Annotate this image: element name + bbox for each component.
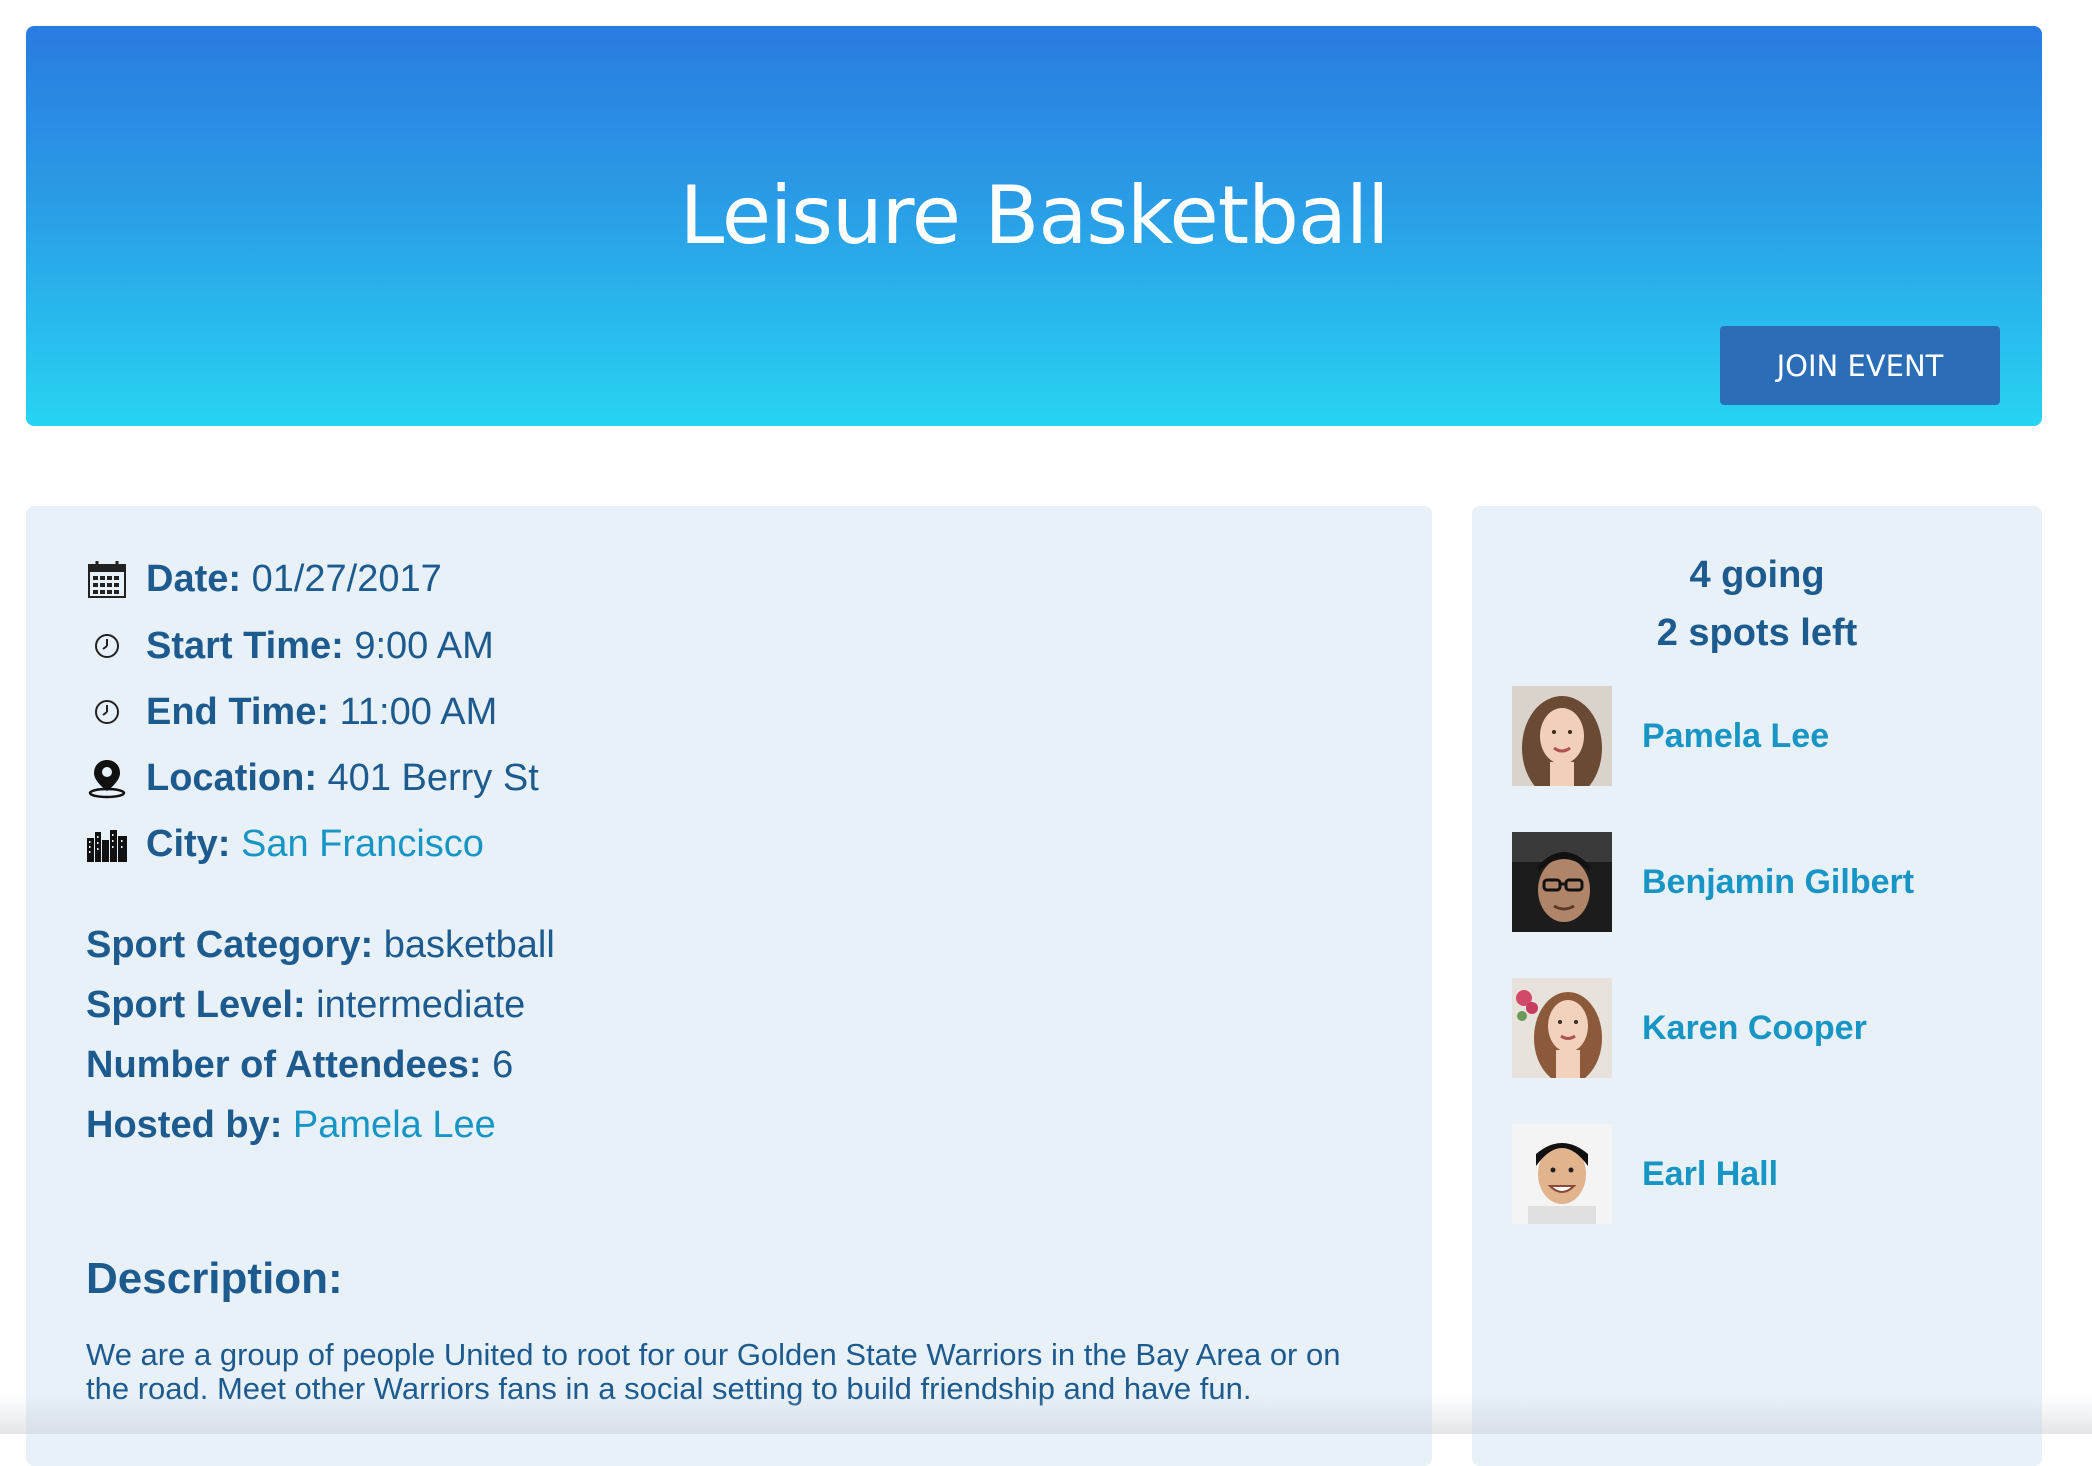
attendee-item[interactable]: Earl Hall xyxy=(1512,1124,1778,1224)
date-row: Date: 01/27/2017 xyxy=(84,554,442,604)
sport-category-value: basketball xyxy=(383,924,555,966)
event-header: Leisure Basketball JOIN EVENT xyxy=(26,26,2042,426)
sport-level-row: Sport Level: intermediate xyxy=(86,984,525,1027)
attendees-card: 4 going 2 spots left Pamela Lee Benjamin… xyxy=(1472,506,2042,1466)
location-value: 401 Berry St xyxy=(327,756,539,799)
avatar[interactable] xyxy=(1512,1124,1612,1224)
description-heading: Description: xyxy=(86,1254,343,1303)
attendee-name[interactable]: Earl Hall xyxy=(1642,1155,1778,1194)
going-count: 4 going xyxy=(1689,554,1825,596)
going-summary: 4 going 2 spots left xyxy=(1472,546,2042,662)
city-icon xyxy=(84,821,130,867)
location-label: Location: xyxy=(146,756,317,799)
attendee-name[interactable]: Karen Cooper xyxy=(1642,1009,1867,1048)
attendee-count-label: Number of Attendees: xyxy=(86,1044,482,1086)
city-label: City: xyxy=(146,822,231,865)
date-value: 01/27/2017 xyxy=(251,557,442,600)
avatar[interactable] xyxy=(1512,832,1612,932)
location-row: Location: 401 Berry St xyxy=(84,753,539,803)
attendee-item[interactable]: Benjamin Gilbert xyxy=(1512,832,1914,932)
sport-level-value: intermediate xyxy=(316,984,526,1026)
host-link[interactable]: Pamela Lee xyxy=(293,1104,496,1146)
host-label: Hosted by: xyxy=(86,1104,283,1146)
city-link[interactable]: San Francisco xyxy=(241,823,484,866)
clock-icon xyxy=(84,689,130,735)
avatar[interactable] xyxy=(1512,978,1612,1078)
start-time-value: 9:00 AM xyxy=(354,624,494,667)
end-time-value: 11:00 AM xyxy=(339,690,498,733)
date-label: Date: xyxy=(146,557,242,600)
attendee-item[interactable]: Karen Cooper xyxy=(1512,978,1867,1078)
sport-category-row: Sport Category: basketball xyxy=(86,924,555,967)
attendee-name[interactable]: Benjamin Gilbert xyxy=(1642,863,1914,902)
city-row: City: San Francisco xyxy=(84,819,484,869)
join-event-button[interactable]: JOIN EVENT xyxy=(1720,326,2000,405)
attendee-count-row: Number of Attendees: 6 xyxy=(86,1044,513,1087)
host-row: Hosted by: Pamela Lee xyxy=(86,1104,496,1147)
clock-icon xyxy=(84,623,130,669)
event-title: Leisure Basketball xyxy=(679,169,1390,262)
event-details-card: Date: 01/27/2017 Start Time: 9:00 AM End… xyxy=(26,506,1432,1466)
avatar[interactable] xyxy=(1512,686,1612,786)
location-pin-icon xyxy=(84,755,130,801)
start-time-row: Start Time: 9:00 AM xyxy=(84,621,494,671)
end-time-row: End Time: 11:00 AM xyxy=(84,687,497,737)
end-time-label: End Time: xyxy=(146,690,329,733)
description-text: We are a group of people United to root … xyxy=(86,1337,1341,1406)
attendee-item[interactable]: Pamela Lee xyxy=(1512,686,1829,786)
sport-level-label: Sport Level: xyxy=(86,984,306,1026)
attendee-name[interactable]: Pamela Lee xyxy=(1642,717,1829,756)
spots-left: 2 spots left xyxy=(1656,612,1858,654)
sport-category-label: Sport Category: xyxy=(86,924,374,966)
calendar-icon xyxy=(84,556,130,602)
attendee-count-value: 6 xyxy=(492,1044,514,1086)
start-time-label: Start Time: xyxy=(146,624,344,667)
